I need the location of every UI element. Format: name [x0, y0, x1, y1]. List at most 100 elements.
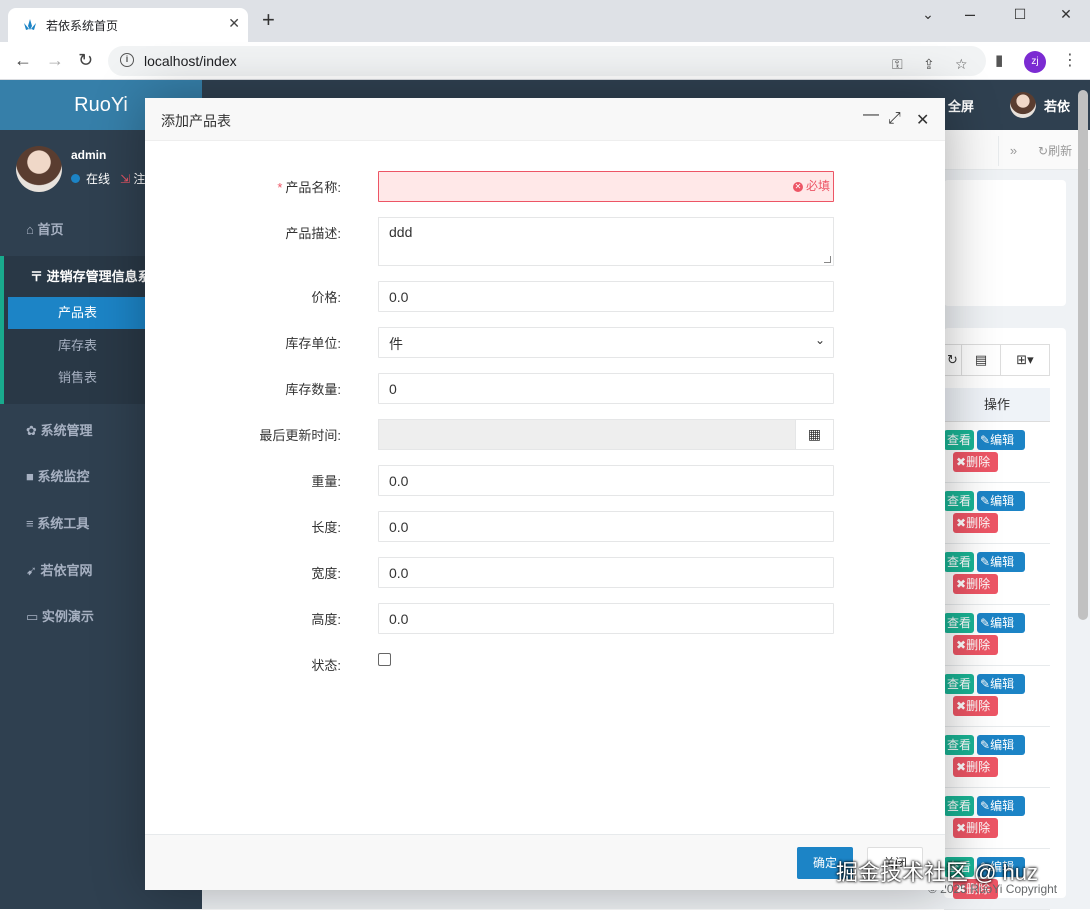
top-user-name[interactable]: 若依	[1044, 96, 1070, 115]
online-label: 在线	[86, 172, 111, 186]
qty-input[interactable]	[378, 373, 834, 404]
share-icon[interactable]: ⇪	[923, 56, 935, 73]
minimize-icon[interactable]: –	[950, 4, 990, 25]
price-input[interactable]	[378, 281, 834, 312]
view-button[interactable]: 查看	[944, 552, 974, 572]
row-divider	[944, 543, 1050, 544]
star-icon[interactable]: ☆	[955, 56, 968, 73]
row-divider	[944, 848, 1050, 849]
delete-icon: ✖	[956, 638, 967, 652]
length-label: 长度:	[311, 520, 341, 535]
weight-input[interactable]	[378, 465, 834, 496]
delete-button[interactable]: ✖删除	[953, 696, 998, 716]
more-menu-icon[interactable]: ⋮	[1062, 50, 1078, 70]
ruoyi-favicon-icon	[24, 19, 36, 30]
columns-button[interactable]: ⊞▾	[1000, 344, 1050, 376]
delete-button[interactable]: ✖删除	[953, 513, 998, 533]
edit-button[interactable]: ✎编辑	[977, 491, 1025, 511]
product-desc-textarea[interactable]: ddd	[378, 217, 834, 266]
chevron-down-icon: ⌄	[814, 333, 825, 347]
close-modal-icon[interactable]: ✕	[916, 110, 929, 130]
toolbar-refresh-button[interactable]: ↻	[944, 344, 962, 376]
delete-button[interactable]: ✖删除	[953, 635, 998, 655]
delete-icon: ✖	[956, 760, 967, 774]
edit-button[interactable]: ✎编辑	[977, 674, 1025, 694]
maximize-modal-icon[interactable]: ⤢	[888, 110, 901, 128]
row-divider	[944, 665, 1050, 666]
back-icon[interactable]: ←	[14, 51, 32, 69]
width-input[interactable]	[378, 557, 834, 588]
forward-icon[interactable]: →	[46, 51, 64, 69]
updated-time-label: 最后更新时间:	[259, 428, 341, 443]
logout-label[interactable]: 注	[133, 172, 145, 186]
sidebar-item-system[interactable]: ✿ 系统管理	[26, 420, 93, 439]
view-button[interactable]: 查看	[944, 491, 974, 511]
length-input[interactable]	[378, 511, 834, 542]
product-name-input[interactable]	[378, 171, 834, 202]
key-icon[interactable]: ⚿	[892, 56, 903, 73]
updated-time-input[interactable]	[378, 419, 796, 450]
profile-avatar[interactable]: zj	[1024, 51, 1046, 73]
site-info-icon[interactable]: i	[120, 53, 134, 67]
calendar-icon[interactable]: ▦	[795, 419, 834, 450]
view-button[interactable]: 查看	[944, 735, 974, 755]
reload-icon[interactable]: ↻	[78, 51, 93, 69]
unit-select[interactable]: 件 ⌄	[378, 327, 834, 358]
user-avatar[interactable]	[16, 146, 62, 192]
edit-button[interactable]: ✎编辑	[977, 796, 1025, 816]
minimize-modal-icon[interactable]: —	[863, 106, 879, 124]
browser-tab-title: 若依系统首页	[46, 19, 119, 33]
view-button[interactable]: 查看	[944, 796, 974, 816]
location-arrow-icon: ➹	[26, 563, 41, 578]
edit-icon: ✎	[980, 738, 991, 752]
resize-grip-icon[interactable]	[824, 256, 831, 263]
minimize-window-icon[interactable]: ⌄	[908, 6, 948, 23]
watermark: 掘金技术社区 @ huz	[836, 860, 1039, 885]
error-icon: ✕	[793, 182, 803, 192]
inventory-icon: 〒	[30, 269, 47, 284]
delete-button[interactable]: ✖删除	[953, 574, 998, 594]
edit-button[interactable]: ✎编辑	[977, 613, 1025, 633]
view-button[interactable]: 查看	[944, 613, 974, 633]
tabs-forward-icon[interactable]: »	[998, 136, 1028, 166]
page-scrollbar[interactable]	[1078, 90, 1088, 620]
row-divider	[944, 726, 1050, 727]
edit-button[interactable]: ✎编辑	[977, 430, 1025, 450]
delete-icon: ✖	[956, 577, 967, 591]
toggle-view-button[interactable]: ▤	[961, 344, 1001, 376]
modal-header: 添加产品表 — ⤢ ✕	[145, 98, 945, 141]
video-icon: ■	[26, 469, 38, 484]
side-panel-icon[interactable]: ▮	[995, 51, 1003, 69]
product-name-label: * 产品名称:	[277, 180, 341, 195]
edit-button[interactable]: ✎编辑	[977, 552, 1025, 572]
view-button[interactable]: 查看	[944, 674, 974, 694]
refresh-button[interactable]: ↻刷新	[1038, 142, 1072, 159]
close-tab-icon[interactable]: ✕	[228, 15, 240, 32]
edit-button[interactable]: ✎编辑	[977, 735, 1025, 755]
status-checkbox[interactable]	[378, 653, 391, 666]
browser-tab[interactable]: 若依系统首页 ✕	[8, 8, 248, 42]
sidebar-group-title[interactable]: 〒 进销存管理信息系	[30, 266, 151, 285]
maximize-window-icon[interactable]: ☐	[1000, 6, 1040, 23]
user-status: 在线 ⇲ 注	[71, 170, 145, 187]
row-divider	[944, 787, 1050, 788]
product-desc-label: 产品描述:	[285, 226, 341, 241]
sidebar-item-website[interactable]: ➹ 若依官网	[26, 560, 93, 579]
height-input[interactable]	[378, 603, 834, 634]
sidebar-item-monitor[interactable]: ■ 系统监控	[26, 466, 89, 485]
logout-icon[interactable]: ⇲	[120, 172, 130, 186]
delete-button[interactable]: ✖删除	[953, 757, 998, 777]
sidebar-item-home[interactable]: ⌂ 首页	[26, 219, 63, 238]
delete-button[interactable]: ✖删除	[953, 452, 998, 472]
sidebar-item-tools[interactable]: ≡ 系统工具	[26, 513, 89, 532]
new-tab-icon[interactable]: +	[262, 9, 275, 31]
delete-button[interactable]: ✖删除	[953, 818, 998, 838]
desktop-icon: ▭	[26, 609, 42, 624]
url-text: localhost/index	[144, 53, 237, 69]
url-field[interactable]: i localhost/index ⚿ ⇪ ☆	[108, 46, 986, 76]
close-window-icon[interactable]: ✕	[1046, 6, 1086, 23]
sidebar-item-demo[interactable]: ▭ 实例演示	[26, 606, 94, 625]
top-user-avatar[interactable]	[1010, 92, 1036, 118]
fullscreen-button[interactable]: 全屏	[948, 96, 974, 115]
view-button[interactable]: 查看	[944, 430, 974, 450]
